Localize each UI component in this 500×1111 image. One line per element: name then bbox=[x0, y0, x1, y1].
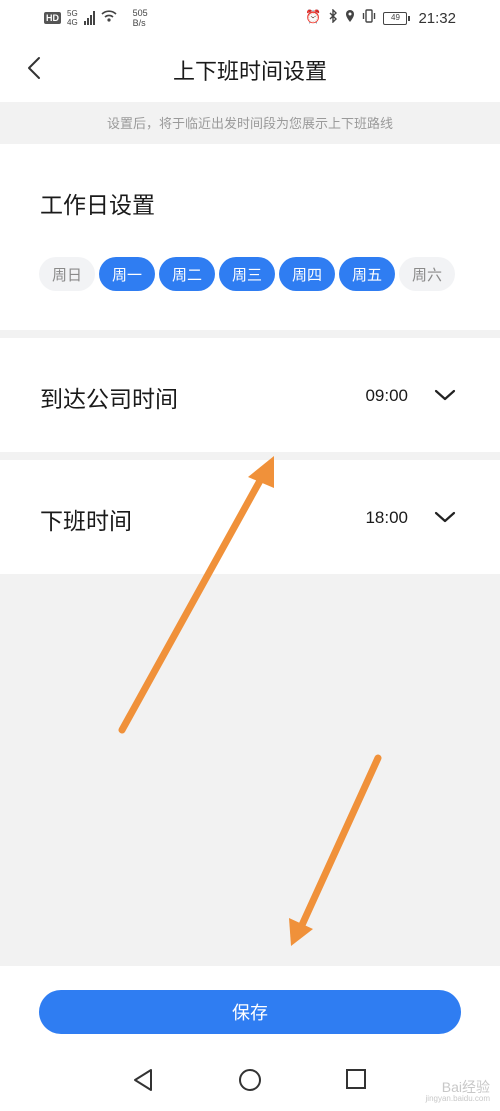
signal-icon bbox=[83, 11, 95, 25]
bluetooth-icon bbox=[328, 8, 338, 27]
system-nav-bar: Bai经验 jingyan.baidu.com bbox=[0, 1052, 500, 1111]
day-chip-wed[interactable]: 周三 bbox=[219, 257, 275, 291]
leave-time-value: 18:00 bbox=[365, 508, 408, 527]
annotation-arrow-down bbox=[289, 754, 382, 946]
battery-icon: 49 bbox=[383, 11, 411, 25]
vibrate-icon bbox=[362, 9, 376, 27]
page-title: 上下班时间设置 bbox=[172, 60, 327, 85]
status-bar: HD 5G 4G 505 B/s ⏰ 49 21:32 bbox=[0, 0, 500, 36]
top-nav-bar: 上下班时间设置 bbox=[0, 36, 500, 102]
alarm-icon: ⏰ bbox=[305, 10, 322, 25]
wifi-icon bbox=[101, 9, 117, 27]
leave-time-label: 下班时间 bbox=[40, 509, 132, 535]
hint-text: 设置后，将于临近出发时间段为您展示上下班路线 bbox=[0, 102, 500, 144]
chevron-down-icon bbox=[434, 389, 456, 401]
arrive-time-value: 09:00 bbox=[365, 386, 408, 405]
day-chip-sun[interactable]: 周日 bbox=[39, 257, 95, 291]
arrive-time-row[interactable]: 到达公司时间 09:00 bbox=[0, 338, 500, 452]
nav-recents-icon[interactable] bbox=[345, 1068, 367, 1090]
day-chip-thu[interactable]: 周四 bbox=[279, 257, 335, 291]
day-chip-fri[interactable]: 周五 bbox=[339, 257, 395, 291]
workday-title: 工作日设置 bbox=[40, 193, 155, 219]
nav-back-icon[interactable] bbox=[132, 1068, 154, 1092]
day-chip-mon[interactable]: 周一 bbox=[99, 257, 155, 291]
leave-time-row[interactable]: 下班时间 18:00 bbox=[0, 460, 500, 574]
arrive-time-label: 到达公司时间 bbox=[40, 387, 178, 413]
day-chip-sat[interactable]: 周六 bbox=[399, 257, 455, 291]
nav-home-icon[interactable] bbox=[238, 1068, 262, 1092]
network-type: 5G 4G bbox=[67, 9, 78, 27]
weekday-selector: 周日 周一 周二 周三 周四 周五 周六 bbox=[39, 257, 455, 291]
location-icon bbox=[345, 9, 355, 27]
baidu-watermark: Bai经验 jingyan.baidu.com bbox=[425, 1079, 490, 1103]
chevron-down-icon bbox=[434, 511, 456, 523]
hd-badge: HD bbox=[44, 12, 61, 24]
day-chip-tue[interactable]: 周二 bbox=[159, 257, 215, 291]
network-speed: 505 B/s bbox=[132, 8, 148, 28]
status-time: 21:32 bbox=[418, 9, 456, 27]
workday-card: 工作日设置 周日 周一 周二 周三 周四 周五 周六 bbox=[0, 144, 500, 330]
save-button[interactable]: 保存 bbox=[39, 990, 461, 1034]
